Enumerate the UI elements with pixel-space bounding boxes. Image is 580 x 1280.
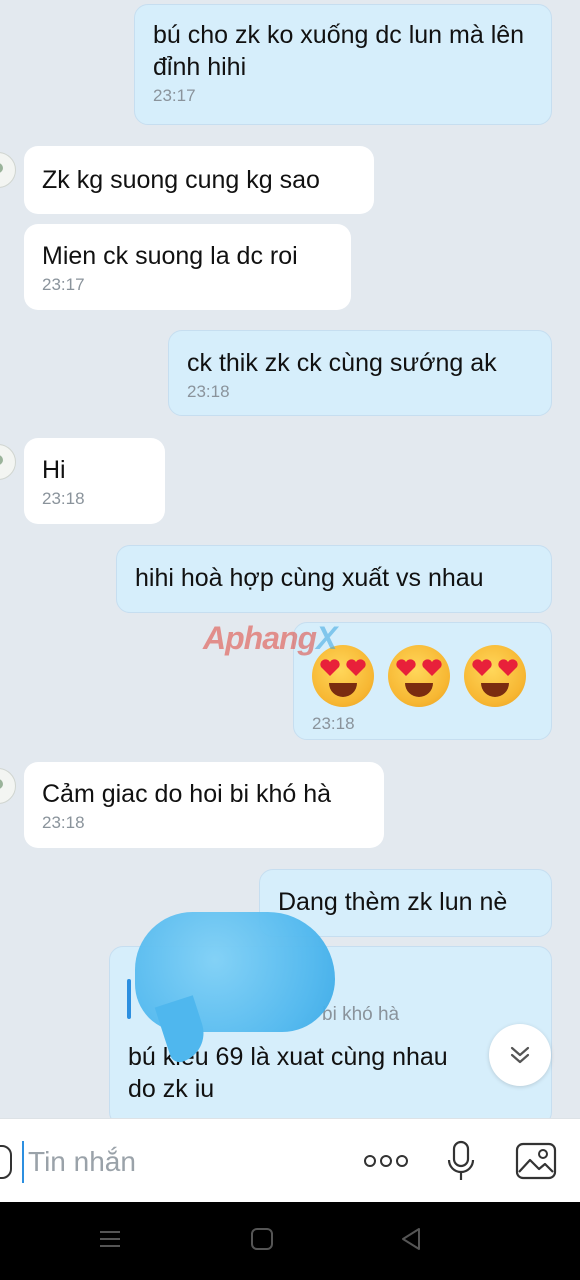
message-input[interactable] [22, 1141, 350, 1183]
message-text: do zk iu [128, 1075, 215, 1103]
message-text: Dang thèm zk lun nè [278, 888, 508, 916]
heart-eyes-emoji [388, 645, 450, 707]
message-text: Zk kg suong cung kg sao [42, 166, 320, 194]
incoming-message[interactable]: Mien ck suong la dc roi 23:17 [24, 224, 351, 310]
message-text: bú cho zk ko xuống dc lun mà lên đỉnh hi… [153, 21, 525, 81]
contact-avatar[interactable] [0, 152, 16, 188]
message-time: 23:18 [312, 714, 355, 733]
back-triangle-icon[interactable] [398, 1226, 424, 1252]
chat-area[interactable]: bú cho zk ko xuống dc lun mà lên đỉnh hi… [0, 0, 580, 1118]
home-square-icon[interactable] [249, 1226, 275, 1252]
scroll-down-button[interactable] [489, 1024, 551, 1086]
reply-quote-bar [127, 979, 131, 1019]
message-time: 23:18 [42, 813, 85, 832]
outgoing-message[interactable]: bú cho zk ko xuống dc lun mà lên đỉnh hi… [134, 4, 552, 125]
message-text: ck thik zk ck cùng sướng ak [187, 349, 497, 377]
contact-avatar[interactable] [0, 444, 16, 480]
microphone-icon[interactable] [444, 1139, 478, 1183]
message-time: 23:18 [187, 382, 230, 401]
message-time: 23:17 [42, 275, 85, 294]
message-text: hihi hoà hợp cùng xuất vs nhau [135, 564, 484, 592]
incoming-message[interactable]: Zk kg suong cung kg sao [24, 146, 374, 214]
message-text: Cảm giac do hoi bi khó hà [42, 780, 332, 808]
menu-icon[interactable] [97, 1226, 123, 1252]
watermark: AphangX [203, 620, 337, 656]
message-text: Hi [42, 456, 66, 484]
more-dots-icon[interactable] [362, 1139, 410, 1183]
image-icon[interactable] [514, 1139, 558, 1183]
reply-quote-text: bi khó hà [322, 1004, 400, 1025]
incoming-message[interactable]: Cảm giac do hoi bi khó hà 23:18 [24, 762, 384, 848]
outgoing-message[interactable]: ck thik zk ck cùng sướng ak 23:18 [168, 330, 552, 416]
contact-avatar[interactable] [0, 768, 16, 804]
heart-eyes-emoji [464, 645, 526, 707]
message-time: 23:17 [153, 86, 196, 105]
message-text: Mien ck suong la dc roi [42, 242, 298, 270]
system-navigation-bar [0, 1202, 580, 1280]
message-time: 23:18 [42, 489, 85, 508]
outgoing-message[interactable]: hihi hoà hợp cùng xuất vs nhau [116, 545, 552, 613]
incoming-message[interactable]: Hi 23:18 [24, 438, 165, 524]
message-composer [0, 1118, 580, 1203]
double-chevron-down-icon [510, 1046, 530, 1064]
sticker-icon[interactable] [0, 1145, 12, 1179]
